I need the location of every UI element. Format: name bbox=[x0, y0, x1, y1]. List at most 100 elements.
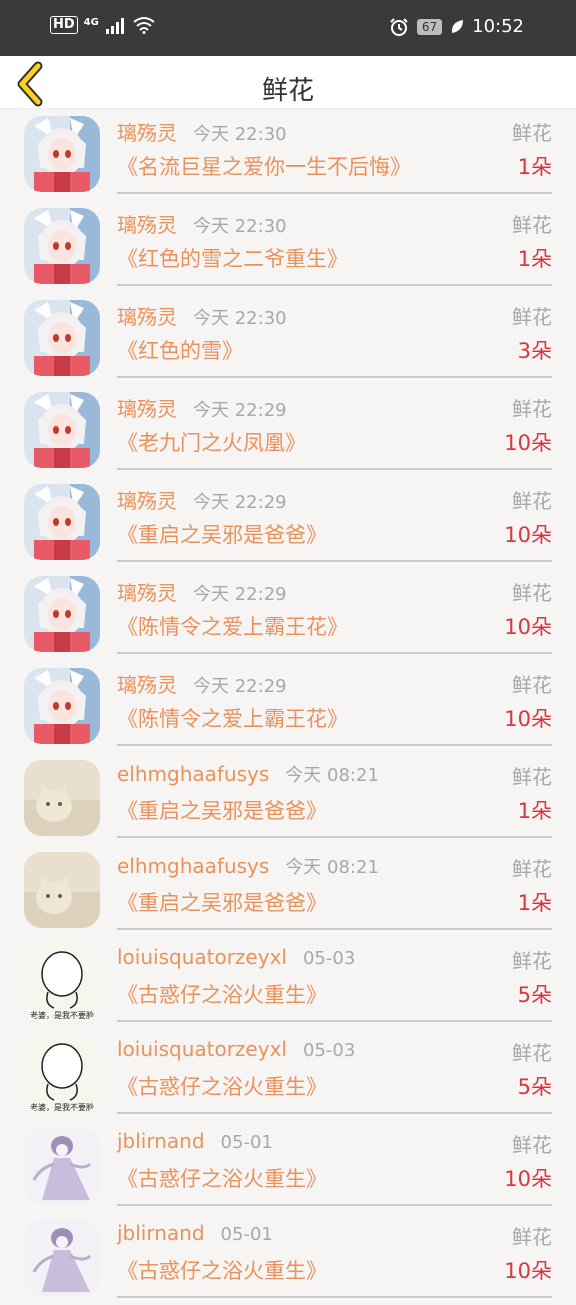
user-name-line: elhmghaafusys 今天 08:21 bbox=[117, 761, 379, 787]
user-name[interactable]: 璃殇灵 bbox=[117, 397, 177, 421]
user-name[interactable]: 璃殇灵 bbox=[117, 673, 177, 697]
flower-count: 10朵 bbox=[504, 431, 552, 455]
item-content: elhmghaafusys 今天 08:21 鲜花 《重启之吴邪是爸爸》 1朵 bbox=[117, 845, 552, 930]
book-title[interactable]: 《陈情令之爱上霸王花》 bbox=[117, 703, 348, 733]
avatar[interactable] bbox=[24, 668, 100, 744]
flower-count: 10朵 bbox=[504, 615, 552, 639]
book-title[interactable]: 《红色的雪之二爷重生》 bbox=[117, 243, 348, 273]
hd-indicator: HD bbox=[50, 16, 78, 34]
user-name-line: jblirnand 05-01 bbox=[117, 1221, 273, 1245]
list-item[interactable]: 璃殇灵 今天 22:29 鲜花 《老九门之火凤凰》 10朵 bbox=[0, 385, 576, 477]
user-name-line: 璃殇灵 今天 22:29 bbox=[117, 577, 287, 606]
book-title[interactable]: 《红色的雪》 bbox=[117, 335, 243, 365]
avatar[interactable] bbox=[24, 1128, 100, 1204]
book-title[interactable]: 《陈情令之爱上霸王花》 bbox=[117, 611, 348, 641]
book-title[interactable]: 《古惑仔之浴火重生》 bbox=[117, 1255, 327, 1285]
timestamp: 05-01 bbox=[220, 1132, 273, 1153]
signal-icon bbox=[105, 18, 124, 34]
flower-list: 璃殇灵 今天 22:30 鲜花 《名流巨星之爱你一生不后悔》 1朵 璃殇灵 今天 2… bbox=[0, 109, 576, 1305]
gift-label: 鲜花 bbox=[512, 305, 552, 329]
book-title[interactable]: 《重启之吴邪是爸爸》 bbox=[117, 795, 327, 825]
gift-label: 鲜花 bbox=[512, 673, 552, 697]
gift-label: 鲜花 bbox=[512, 1041, 552, 1065]
user-name[interactable]: 璃殇灵 bbox=[117, 305, 177, 329]
timestamp: 05-03 bbox=[302, 1040, 356, 1061]
flower-count: 1朵 bbox=[517, 891, 552, 915]
list-item[interactable]: jblirnand 05-01 鲜花 《古惑仔之浴火重生》 10朵 bbox=[0, 1121, 576, 1213]
book-title[interactable]: 《重启之吴邪是爸爸》 bbox=[117, 519, 327, 549]
user-name[interactable]: 璃殇灵 bbox=[117, 581, 177, 605]
gift-label: 鲜花 bbox=[512, 213, 552, 237]
app-header: 鲜花 bbox=[0, 56, 576, 109]
item-content: 璃殇灵 今天 22:30 鲜花 《名流巨星之爱你一生不后悔》 1朵 bbox=[117, 109, 552, 194]
avatar[interactable] bbox=[24, 392, 100, 468]
avatar[interactable] bbox=[24, 760, 100, 836]
avatar[interactable]: 老婆，是我不要脸 bbox=[24, 944, 100, 1020]
flower-count: 10朵 bbox=[504, 523, 552, 547]
book-title[interactable]: 《古惑仔之浴火重生》 bbox=[117, 1071, 327, 1101]
flower-count: 10朵 bbox=[504, 707, 552, 731]
flower-count: 1朵 bbox=[517, 247, 552, 271]
avatar[interactable] bbox=[24, 484, 100, 560]
list-item[interactable]: 璃殇灵 今天 22:30 鲜花 《名流巨星之爱你一生不后悔》 1朵 bbox=[0, 109, 576, 201]
list-item[interactable]: 璃殇灵 今天 22:29 鲜花 《重启之吴邪是爸爸》 10朵 bbox=[0, 477, 576, 569]
timestamp: 05-03 bbox=[302, 948, 356, 969]
list-item[interactable]: 璃殇灵 今天 22:30 鲜花 《红色的雪之二爷重生》 1朵 bbox=[0, 201, 576, 293]
user-name[interactable]: loiuisquatorzeyxl bbox=[117, 1037, 287, 1061]
user-name-line: 璃殇灵 今天 22:29 bbox=[117, 669, 287, 698]
timestamp: 今天 08:21 bbox=[285, 857, 379, 878]
user-name[interactable]: elhmghaafusys bbox=[117, 762, 269, 786]
item-content: loiuisquatorzeyxl 05-03 鲜花 《古惑仔之浴火重生》 5朵 bbox=[117, 1029, 552, 1114]
list-item[interactable]: 璃殇灵 今天 22:29 鲜花 《陈情令之爱上霸王花》 10朵 bbox=[0, 569, 576, 661]
gift-label: 鲜花 bbox=[512, 949, 552, 973]
user-name-line: elhmghaafusys 今天 08:21 bbox=[117, 853, 379, 879]
flower-count: 3朵 bbox=[517, 339, 552, 363]
item-content: 璃殇灵 今天 22:29 鲜花 《陈情令之爱上霸王花》 10朵 bbox=[117, 569, 552, 654]
timestamp: 今天 22:30 bbox=[193, 308, 287, 329]
book-title[interactable]: 《古惑仔之浴火重生》 bbox=[117, 1163, 327, 1193]
user-name[interactable]: 璃殇灵 bbox=[117, 489, 177, 513]
user-name[interactable]: elhmghaafusys bbox=[117, 854, 269, 878]
list-item[interactable]: elhmghaafusys 今天 08:21 鲜花 《重启之吴邪是爸爸》 1朵 bbox=[0, 753, 576, 845]
book-title[interactable]: 《老九门之火凤凰》 bbox=[117, 427, 306, 457]
user-name-line: 璃殇灵 今天 22:30 bbox=[117, 301, 287, 330]
user-name[interactable]: 璃殇灵 bbox=[117, 121, 177, 145]
list-item[interactable]: 老婆，是我不要脸 loiuisquatorzeyxl 05-03 鲜花 《古惑仔之… bbox=[0, 1029, 576, 1121]
timestamp: 今天 22:29 bbox=[193, 492, 287, 513]
avatar[interactable] bbox=[24, 116, 100, 192]
gift-label: 鲜花 bbox=[512, 765, 552, 789]
avatar[interactable]: 老婆，是我不要脸 bbox=[24, 1036, 100, 1112]
avatar-caption: 老婆，是我不要脸 bbox=[30, 1010, 94, 1020]
list-item[interactable]: 老婆，是我不要脸 loiuisquatorzeyxl 05-03 鲜花 《古惑仔之… bbox=[0, 937, 576, 1029]
book-title[interactable]: 《名流巨星之爱你一生不后悔》 bbox=[117, 151, 411, 181]
battery-level: 67 bbox=[416, 18, 443, 35]
flower-count: 10朵 bbox=[504, 1259, 552, 1283]
timestamp: 今天 22:29 bbox=[193, 584, 287, 605]
avatar[interactable] bbox=[24, 576, 100, 652]
item-content: loiuisquatorzeyxl 05-03 鲜花 《古惑仔之浴火重生》 5朵 bbox=[117, 937, 552, 1022]
avatar[interactable] bbox=[24, 852, 100, 928]
user-name-line: loiuisquatorzeyxl 05-03 bbox=[117, 1037, 355, 1061]
list-item[interactable]: jblirnand 05-01 鲜花 《古惑仔之浴火重生》 10朵 bbox=[0, 1213, 576, 1305]
list-item[interactable]: 璃殇灵 今天 22:29 鲜花 《陈情令之爱上霸王花》 10朵 bbox=[0, 661, 576, 753]
book-title[interactable]: 《古惑仔之浴火重生》 bbox=[117, 979, 327, 1009]
user-name[interactable]: jblirnand bbox=[117, 1129, 205, 1153]
wifi-icon bbox=[133, 17, 155, 34]
user-name[interactable]: jblirnand bbox=[117, 1221, 205, 1245]
gift-label: 鲜花 bbox=[512, 397, 552, 421]
user-name[interactable]: loiuisquatorzeyxl bbox=[117, 945, 287, 969]
item-content: elhmghaafusys 今天 08:21 鲜花 《重启之吴邪是爸爸》 1朵 bbox=[117, 753, 552, 838]
list-item[interactable]: 璃殇灵 今天 22:30 鲜花 《红色的雪》 3朵 bbox=[0, 293, 576, 385]
user-name[interactable]: 璃殇灵 bbox=[117, 213, 177, 237]
item-content: 璃殇灵 今天 22:29 鲜花 《老九门之火凤凰》 10朵 bbox=[117, 385, 552, 470]
book-title[interactable]: 《重启之吴邪是爸爸》 bbox=[117, 887, 327, 917]
avatar[interactable] bbox=[24, 300, 100, 376]
item-content: jblirnand 05-01 鲜花 《古惑仔之浴火重生》 10朵 bbox=[117, 1213, 552, 1298]
gift-label: 鲜花 bbox=[512, 489, 552, 513]
list-item[interactable]: elhmghaafusys 今天 08:21 鲜花 《重启之吴邪是爸爸》 1朵 bbox=[0, 845, 576, 937]
avatar[interactable] bbox=[24, 208, 100, 284]
alarm-icon bbox=[390, 17, 408, 36]
avatar-caption: 老婆，是我不要脸 bbox=[30, 1102, 94, 1112]
avatar[interactable] bbox=[24, 1220, 100, 1296]
leaf-icon bbox=[452, 19, 464, 33]
